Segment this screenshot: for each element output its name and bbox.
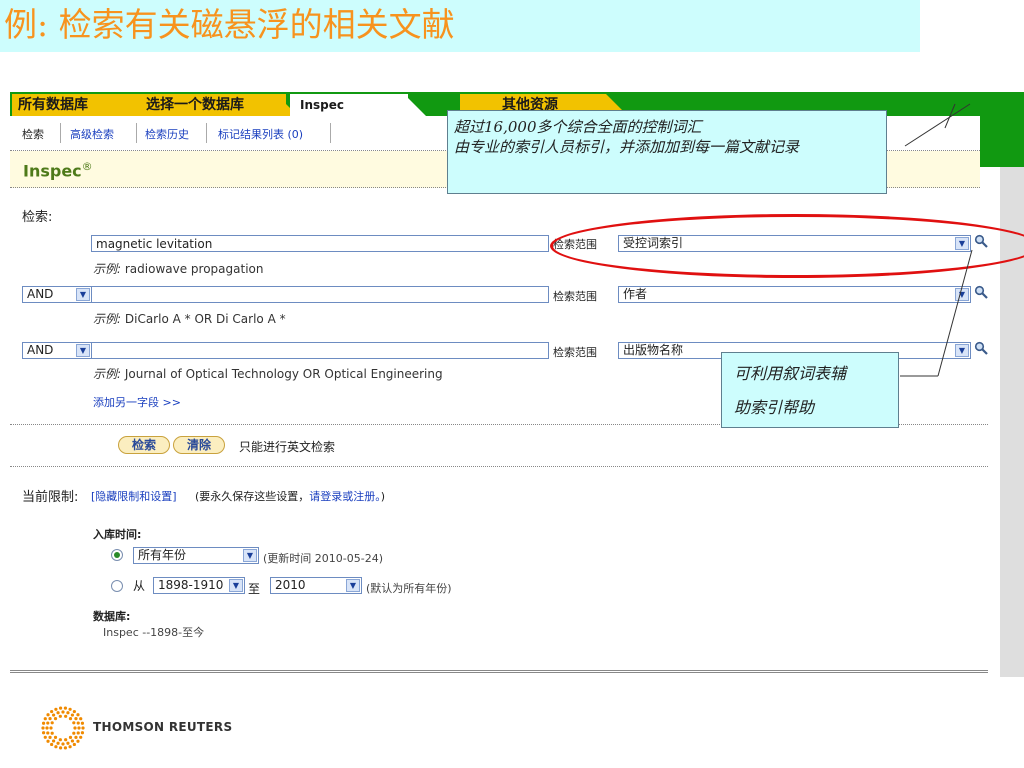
thomson-reuters-logo-icon xyxy=(41,706,85,750)
thomson-reuters-logo-text: THOMSON REUTERS xyxy=(93,720,233,734)
callout-pointer-lines xyxy=(900,103,973,377)
